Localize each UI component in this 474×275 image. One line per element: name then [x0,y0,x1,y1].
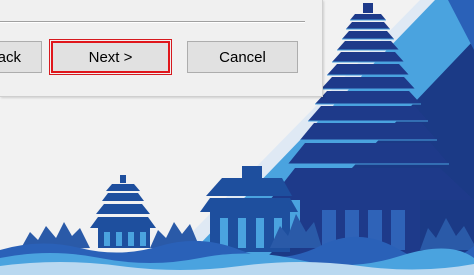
cancel-button[interactable]: Cancel [187,41,298,73]
setup-wizard-screen: < Back Next > Cancel [0,0,474,275]
small-pagoda-icon [90,175,156,248]
setup-wizard-dialog: < Back Next > Cancel [0,0,323,97]
next-button[interactable]: Next > [49,39,172,75]
dialog-separator [0,21,305,23]
back-button[interactable]: < Back [0,41,42,73]
